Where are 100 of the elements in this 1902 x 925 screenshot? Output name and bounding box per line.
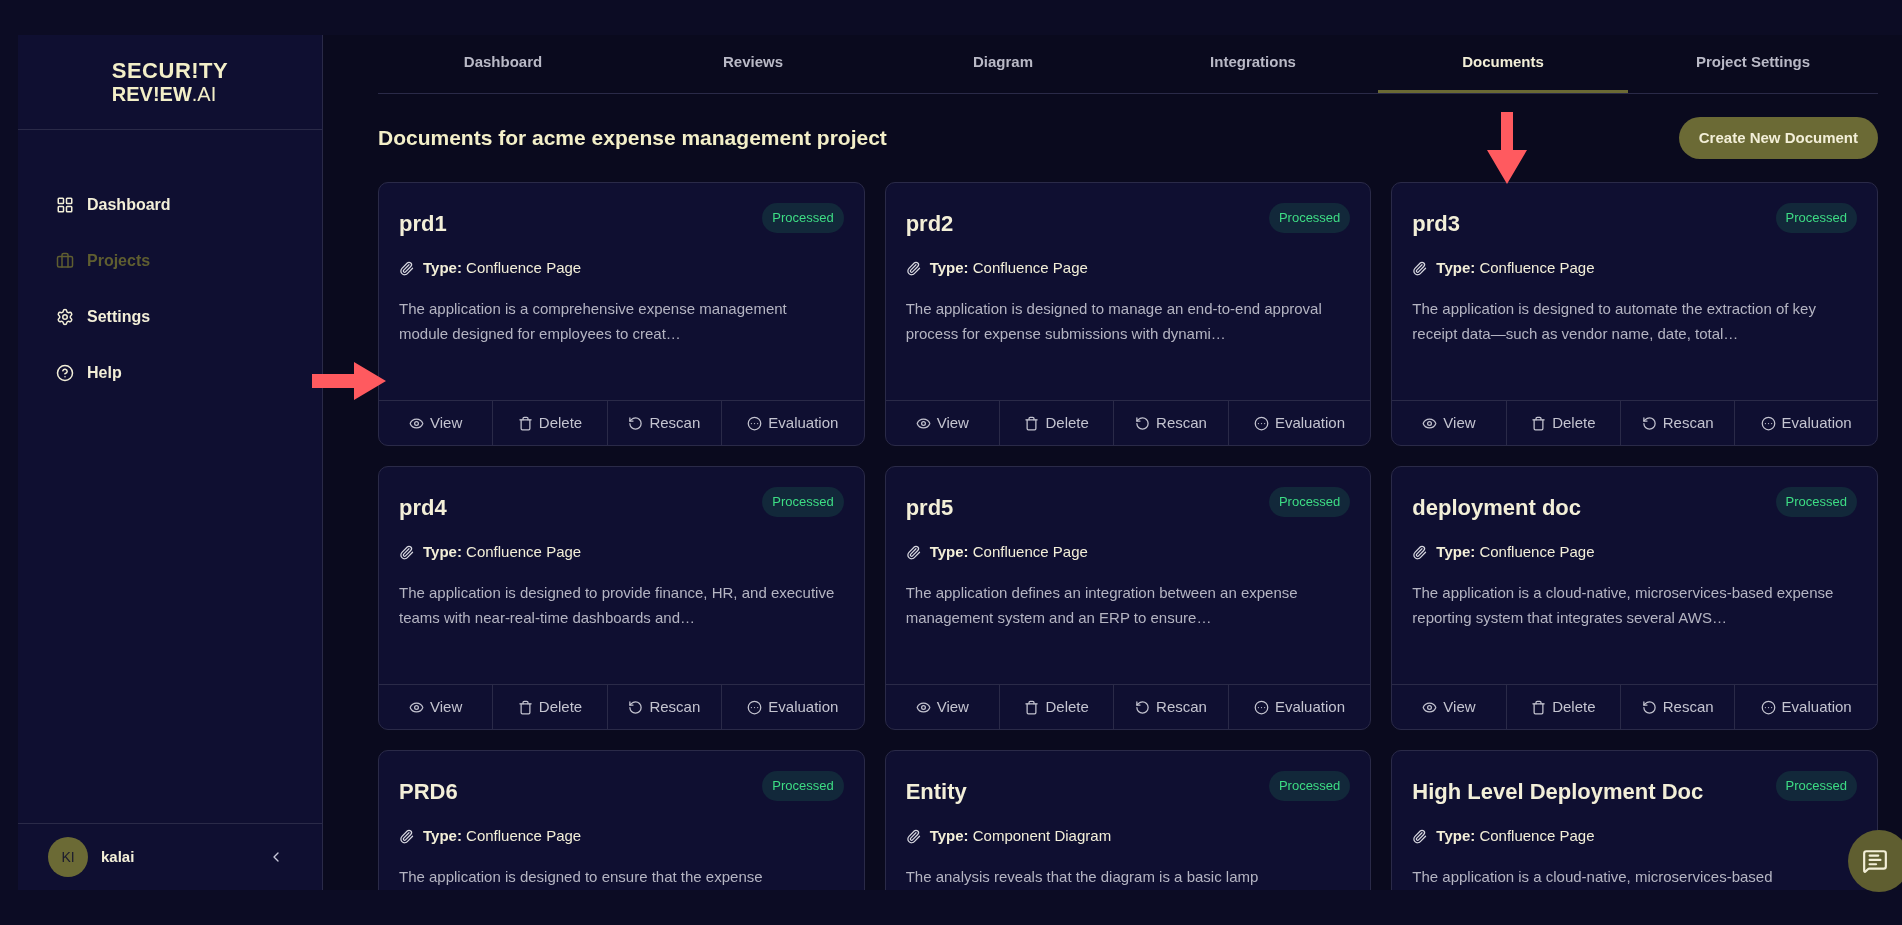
trash-icon bbox=[517, 699, 533, 715]
card-action-button[interactable]: Rescan bbox=[1620, 685, 1735, 729]
card-action-button[interactable]: Delete bbox=[999, 685, 1114, 729]
status-badge: Processed bbox=[762, 487, 844, 517]
sidebar-item[interactable]: Settings bbox=[56, 294, 284, 340]
document-title: deployment doc bbox=[1412, 494, 1581, 522]
document-description: The application is designed to automate the extraction of key receipt data—such as vendor name, date, total… bbox=[1412, 298, 1817, 344]
ellipsis-circle-icon bbox=[747, 415, 763, 431]
logo: SECUR!TY REV!EW.AI bbox=[111, 60, 229, 104]
card-action-button[interactable]: Evaluation bbox=[1734, 685, 1877, 729]
refresh-icon bbox=[1641, 699, 1657, 715]
document-description: The application is designed to manage an end-to-end approval process for expense submissions with dynami… bbox=[905, 298, 1323, 344]
document-type: Type: Confluence Page bbox=[1436, 826, 1595, 846]
document-title: High Level Deployment Doc bbox=[1412, 778, 1704, 806]
eye-icon bbox=[915, 415, 931, 431]
status-badge: Processed bbox=[1775, 487, 1857, 517]
card-action-button[interactable]: Delete bbox=[999, 401, 1114, 445]
ellipsis-circle-icon bbox=[747, 699, 763, 715]
document-type: Type: Component Diagram bbox=[929, 826, 1112, 846]
paperclip-icon bbox=[1412, 828, 1428, 844]
grid-icon bbox=[56, 196, 74, 214]
status-badge: Processed bbox=[1268, 487, 1351, 517]
card-action-button[interactable]: View bbox=[1392, 685, 1506, 729]
paperclip-icon bbox=[905, 260, 921, 276]
trash-icon bbox=[517, 415, 533, 431]
document-title: Entity bbox=[905, 778, 967, 806]
document-type: Type: Confluence Page bbox=[423, 258, 582, 278]
card-action-button[interactable]: Delete bbox=[492, 401, 607, 445]
chat-icon bbox=[1862, 848, 1888, 874]
status-badge: Processed bbox=[762, 771, 844, 801]
ellipsis-circle-icon bbox=[1760, 415, 1776, 431]
eye-icon bbox=[1422, 699, 1438, 715]
trash-icon bbox=[1531, 699, 1547, 715]
document-description: The application is a comprehensive expense management module designed for employees to creat… bbox=[399, 298, 788, 344]
card-action-button[interactable]: Evaluation bbox=[1227, 401, 1371, 445]
document-description: The application is a cloud-native, microservices-based expense reporting system that integrates several AWS… bbox=[1412, 582, 1835, 628]
card-action-button[interactable]: Rescan bbox=[606, 685, 721, 729]
avatar: KI bbox=[48, 837, 88, 877]
trash-icon bbox=[1531, 415, 1547, 431]
document-title: prd1 bbox=[399, 210, 447, 238]
status-badge: Processed bbox=[762, 203, 844, 233]
refresh-icon bbox=[1135, 699, 1151, 715]
status-badge: Processed bbox=[1775, 203, 1857, 233]
sidebar-item[interactable]: Help bbox=[56, 350, 284, 396]
refresh-icon bbox=[628, 699, 644, 715]
refresh-icon bbox=[1641, 415, 1657, 431]
card-action-button[interactable]: Delete bbox=[492, 685, 607, 729]
card-action-button[interactable]: Rescan bbox=[1113, 685, 1228, 729]
card-action-button[interactable]: Rescan bbox=[1620, 401, 1735, 445]
status-badge: Processed bbox=[1268, 203, 1351, 233]
card-action-button[interactable]: Rescan bbox=[1113, 401, 1228, 445]
document-description: The application is designed to ensure that the expense bbox=[399, 866, 764, 887]
trash-icon bbox=[1024, 415, 1040, 431]
card-action-button[interactable]: View bbox=[379, 685, 493, 729]
ellipsis-circle-icon bbox=[1253, 415, 1269, 431]
eye-icon bbox=[409, 699, 425, 715]
trash-icon bbox=[1024, 699, 1040, 715]
card-action-button[interactable]: Rescan bbox=[606, 401, 721, 445]
help-icon bbox=[56, 364, 74, 382]
status-badge: Processed bbox=[1775, 771, 1857, 801]
briefcase-icon bbox=[56, 252, 74, 270]
refresh-icon bbox=[1135, 415, 1151, 431]
page-heading: Documents for acme expense management project bbox=[378, 125, 887, 152]
tab[interactable]: Integrations bbox=[1128, 35, 1378, 93]
document-title: PRD6 bbox=[399, 778, 458, 806]
card-action-button[interactable]: View bbox=[885, 685, 999, 729]
card-action-button[interactable]: View bbox=[379, 401, 493, 445]
paperclip-icon bbox=[399, 544, 414, 560]
eye-icon bbox=[915, 699, 931, 715]
document-type: Type: Confluence Page bbox=[929, 258, 1088, 278]
ellipsis-circle-icon bbox=[1253, 699, 1269, 715]
paperclip-icon bbox=[905, 544, 921, 560]
tab[interactable]: Reviews bbox=[628, 35, 878, 93]
document-description: The application is a cloud-native, microservices-based bbox=[1412, 866, 1774, 887]
card-action-button[interactable]: Evaluation bbox=[721, 685, 864, 729]
card-action-button[interactable]: Evaluation bbox=[1227, 685, 1371, 729]
card-action-button[interactable]: Evaluation bbox=[1734, 401, 1877, 445]
tab[interactable]: Documents bbox=[1378, 35, 1628, 93]
tab[interactable]: Dashboard bbox=[378, 35, 628, 93]
tab[interactable]: Diagram bbox=[878, 35, 1128, 93]
card-action-button[interactable]: Evaluation bbox=[721, 401, 864, 445]
ellipsis-circle-icon bbox=[1760, 699, 1776, 715]
sidebar-item[interactable]: Dashboard bbox=[56, 182, 284, 228]
tab[interactable]: Project Settings bbox=[1628, 35, 1878, 93]
document-title: prd4 bbox=[399, 494, 447, 522]
document-description: The application defines an integration between an expense management system and an ERP to ensure… bbox=[905, 582, 1299, 628]
document-type: Type: Confluence Page bbox=[1436, 542, 1595, 562]
status-badge: Processed bbox=[1268, 771, 1351, 801]
paperclip-icon bbox=[1412, 544, 1428, 560]
card-action-button[interactable]: Delete bbox=[1505, 401, 1620, 445]
card-action-button[interactable]: View bbox=[885, 401, 999, 445]
refresh-icon bbox=[628, 415, 644, 431]
settings-icon bbox=[56, 308, 74, 326]
create-document-button[interactable]: Create New Document bbox=[1678, 117, 1878, 159]
document-title: prd2 bbox=[905, 210, 954, 238]
eye-icon bbox=[409, 415, 425, 431]
document-type: Type: Confluence Page bbox=[423, 826, 582, 846]
card-action-button[interactable]: Delete bbox=[1505, 685, 1620, 729]
card-action-button[interactable]: View bbox=[1392, 401, 1506, 445]
eye-icon bbox=[1422, 415, 1438, 431]
